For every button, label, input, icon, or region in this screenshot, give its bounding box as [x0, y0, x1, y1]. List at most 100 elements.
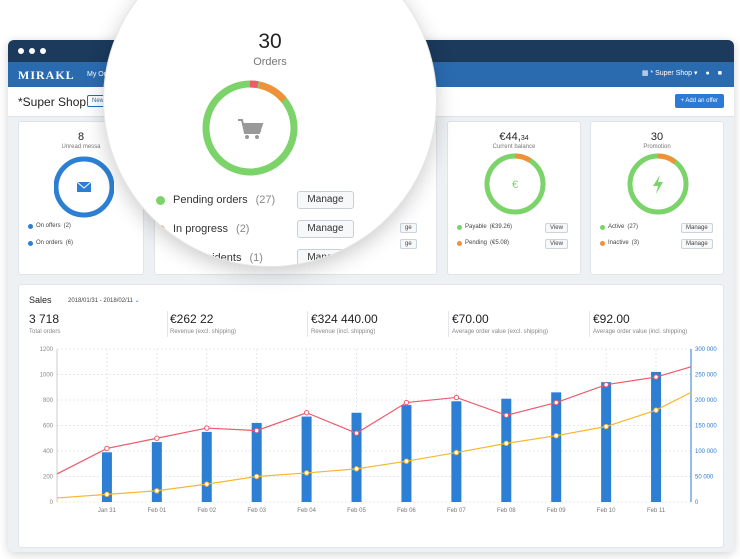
- view-pending-button[interactable]: View: [545, 239, 568, 249]
- revenue-yellow-point: [503, 440, 509, 447]
- in-progress-row: In progress (2): [156, 223, 249, 235]
- y-left-tick-label: 0: [50, 500, 54, 506]
- shop-switcher[interactable]: ▦ * Super Shop ▾: [642, 69, 698, 77]
- revenue-red-point: [503, 412, 509, 419]
- y-left-tick-label: 400: [43, 449, 54, 455]
- y-right-tick-label: 100 000: [695, 449, 717, 455]
- revenue-yellow-point: [204, 481, 210, 487]
- bar: [251, 422, 262, 502]
- cart-icon: [238, 119, 264, 139]
- on-offers-row: On offers (2): [28, 223, 71, 229]
- window-dot[interactable]: [29, 48, 35, 54]
- sales-card: Sales 2018/01/31 - 2018/02/11 ⌄ 3 718 Tot…: [18, 284, 724, 548]
- promotion-count: 30: [650, 131, 664, 143]
- revenue-yellow-point: [104, 491, 110, 498]
- revenue-red-point: [603, 382, 609, 388]
- window-dot[interactable]: [40, 48, 46, 54]
- incidents-row: With incidents (1): [156, 252, 263, 264]
- pending-row: Pending (€5.08): [457, 240, 509, 246]
- y-right-tick-label: 200 000: [695, 398, 717, 404]
- manage-button[interactable]: ge: [400, 239, 417, 249]
- manage-in-progress-button[interactable]: Manage: [297, 220, 354, 238]
- revenue-red-point: [403, 399, 410, 406]
- promotion-card: 30 Promotion Active (27) Manage Inactive…: [590, 121, 724, 275]
- promotion-donut: [627, 153, 689, 215]
- revenue-red-point: [104, 445, 110, 452]
- bar: [601, 382, 612, 502]
- window-dot[interactable]: [18, 48, 24, 54]
- x-tick-label: Feb 01: [147, 508, 166, 514]
- euro-icon: €: [512, 179, 518, 191]
- revenue-red-point: [653, 374, 659, 380]
- manage-inactive-button[interactable]: Manage: [681, 239, 713, 249]
- lock-icon[interactable]: ■: [718, 70, 722, 77]
- user-icon[interactable]: ●: [706, 70, 710, 77]
- revenue-red-point: [204, 425, 210, 431]
- x-tick-label: Feb 10: [597, 508, 616, 514]
- y-right-tick-label: 50 000: [695, 475, 714, 481]
- revenue-yellow-point: [553, 433, 559, 439]
- revenue-red-point: [253, 427, 260, 434]
- x-tick-label: Feb 05: [347, 508, 366, 514]
- x-tick-label: Feb 11: [647, 508, 666, 514]
- x-tick-label: Feb 07: [447, 508, 466, 514]
- y-left-tick-label: 1000: [40, 373, 54, 379]
- revenue-red-point: [453, 394, 460, 401]
- revenue-yellow-point: [154, 488, 160, 494]
- bar: [301, 416, 312, 502]
- revenue-yellow-point: [653, 407, 659, 413]
- page-title: *Super Shop: [18, 95, 87, 109]
- manage-active-button[interactable]: Manage: [681, 223, 713, 233]
- envelope-icon: [76, 181, 92, 192]
- y-right-tick-label: 150 000: [695, 424, 717, 430]
- revenue-yellow-point: [303, 470, 310, 476]
- x-tick-label: Feb 06: [397, 508, 416, 514]
- revenue-yellow-point: [353, 466, 360, 472]
- balance-donut: €: [484, 153, 546, 215]
- manage-button[interactable]: ge: [400, 223, 417, 233]
- bar: [351, 412, 362, 502]
- revenue-red-point: [553, 399, 559, 406]
- brand-logo[interactable]: MIRAKL: [18, 68, 75, 83]
- orders-count: 30: [258, 30, 282, 53]
- y-left-tick-label: 600: [43, 424, 54, 430]
- x-tick-label: Jan 31: [98, 508, 117, 514]
- y-right-tick-label: 0: [695, 500, 699, 506]
- bar: [551, 392, 562, 502]
- balance-value: €44,34: [499, 131, 529, 143]
- status-dot: [156, 195, 165, 205]
- balance-label: Current balance: [492, 144, 536, 150]
- revenue-red-point: [303, 410, 310, 416]
- manage-pending-button[interactable]: Manage: [297, 191, 354, 209]
- bar: [401, 405, 412, 502]
- bar: [651, 371, 662, 502]
- on-orders-row: On orders (6): [28, 240, 73, 246]
- manage-incidents-button[interactable]: Manage: [297, 249, 354, 266]
- x-tick-label: Feb 03: [247, 508, 266, 514]
- revenue-yellow-point: [253, 473, 260, 480]
- status-dot: [156, 253, 165, 263]
- inactive-row: Inactive (3): [600, 240, 639, 246]
- x-tick-label: Feb 08: [497, 508, 516, 514]
- sales-chart: 0 200 400 600 800 1000 1200 0 50 000 100 000 150 0…: [40, 347, 718, 514]
- messages-donut: [54, 156, 114, 218]
- add-offer-button[interactable]: + Add an offer: [674, 94, 724, 108]
- orders-label: Orders: [253, 56, 287, 68]
- revenue-yellow-point: [453, 449, 460, 456]
- y-left-tick-label: 1200: [40, 347, 54, 353]
- y-left-tick-label: 200: [43, 475, 54, 481]
- view-payable-button[interactable]: View: [545, 223, 568, 233]
- x-tick-label: Feb 02: [197, 508, 216, 514]
- promotion-label: Promotion: [643, 144, 671, 150]
- y-left-tick-label: 800: [43, 398, 54, 404]
- revenue-red-point: [154, 435, 160, 441]
- bar: [201, 431, 212, 502]
- revenue-red-point: [353, 430, 360, 436]
- pending-orders-row: Pending orders (27): [156, 194, 275, 206]
- y-right-tick-label: 300 000: [695, 347, 717, 353]
- lightning-icon: [653, 175, 663, 194]
- y-right-tick-label: 250 000: [695, 373, 717, 379]
- revenue-yellow-point: [403, 458, 410, 464]
- balance-card: €44,34 Current balance € Payable (€39.26…: [447, 121, 581, 275]
- orders-donut: [202, 80, 298, 176]
